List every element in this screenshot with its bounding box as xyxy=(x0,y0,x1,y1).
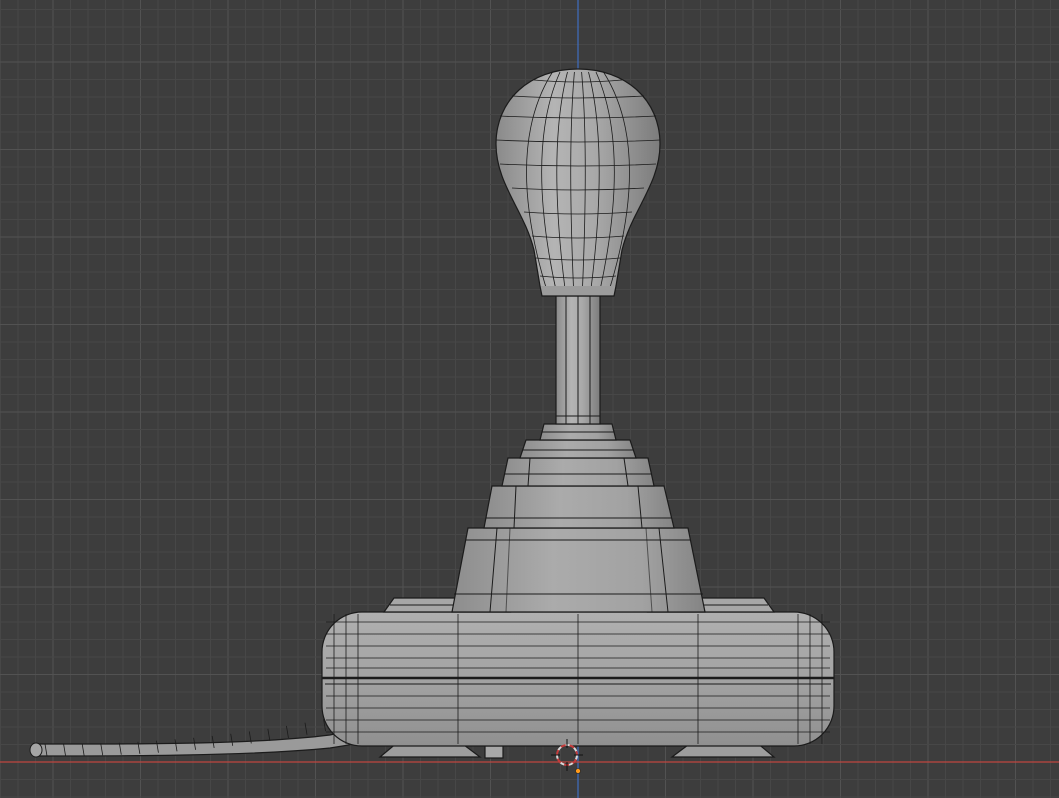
stick-knob[interactable] xyxy=(495,68,661,297)
base-body[interactable] xyxy=(321,611,835,747)
stick-housing[interactable] xyxy=(451,423,706,613)
joystick-model[interactable] xyxy=(29,68,835,759)
3d-viewport[interactable] xyxy=(0,0,1059,798)
object-origin-icon xyxy=(575,768,581,774)
viewport-canvas[interactable] xyxy=(0,0,1059,798)
stick-shaft[interactable] xyxy=(555,295,601,425)
